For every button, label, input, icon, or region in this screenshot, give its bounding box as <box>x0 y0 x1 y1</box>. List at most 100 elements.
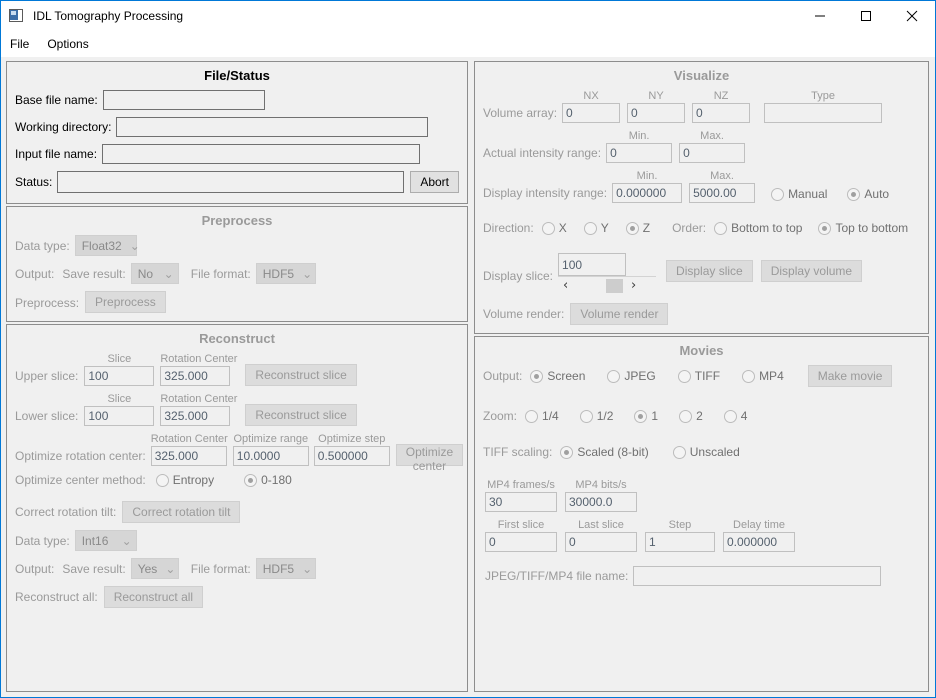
order-top-to-bottom-radio[interactable]: Top to bottom <box>818 221 908 235</box>
lower-slice-input[interactable] <box>84 406 155 426</box>
input-file-name-input[interactable] <box>102 144 421 164</box>
optimize-method-entropy-radio[interactable]: Entropy <box>155 473 214 487</box>
lower-rotation-center-input[interactable] <box>160 406 231 426</box>
reconstruct-save-result-select[interactable]: Yes ⌄ <box>130 558 179 579</box>
maximize-icon <box>861 11 871 21</box>
tiff-scaled-radio[interactable]: Scaled (8-bit) <box>560 445 649 459</box>
row-lower-slice: Lower slice: Slice Rotation Center Recon… <box>15 393 459 426</box>
movie-file-name-input[interactable] <box>633 566 882 586</box>
visualize-title: Visualize <box>673 68 730 83</box>
display-volume-button[interactable]: Display volume <box>760 260 863 282</box>
volume-render-button[interactable]: Volume render <box>570 303 669 325</box>
close-button[interactable] <box>889 1 935 31</box>
direction-y-radio[interactable]: Y <box>583 221 609 235</box>
maximize-button[interactable] <box>843 1 889 31</box>
ny-input[interactable] <box>627 103 686 123</box>
mp4-bits-input[interactable] <box>565 492 637 512</box>
slider-right-arrow-icon[interactable]: › <box>631 278 636 293</box>
menu-item-file[interactable]: File <box>10 34 38 54</box>
display-min-input[interactable] <box>612 183 683 203</box>
optimize-range-input[interactable] <box>232 446 309 466</box>
lower-reconstruct-slice-button[interactable]: Reconstruct slice <box>245 404 357 426</box>
display-slice-input[interactable] <box>558 253 627 276</box>
row-base-file-name: Base file name: <box>15 90 459 110</box>
preprocess-file-format-value: HDF5 <box>262 266 295 281</box>
reconstruct-data-type-select[interactable]: Int16 ⌄ <box>74 530 137 551</box>
display-slice-slider[interactable]: ‹ › <box>558 276 657 294</box>
scaling-auto-label: Auto <box>864 187 890 201</box>
radio-dot-icon <box>155 473 169 487</box>
optimize-step-input[interactable] <box>313 446 390 466</box>
row-reconstruct-data-type: Data type: Int16 ⌄ <box>15 530 459 551</box>
zoom-half-radio[interactable]: 1/2 <box>579 409 614 423</box>
direction-z-radio[interactable]: Z <box>625 221 650 235</box>
preprocess-button[interactable]: Preprocess <box>85 291 166 313</box>
tiff-scaled-label: Scaled (8-bit) <box>577 445 649 459</box>
preprocess-file-format-select[interactable]: HDF5 ⌄ <box>255 263 316 284</box>
menu-item-options[interactable]: Options <box>47 34 97 54</box>
order-bottom-to-top-radio[interactable]: Bottom to top <box>714 221 802 235</box>
optimize-rotation-center-input[interactable] <box>150 446 227 466</box>
movies-zoom-label: Zoom: <box>483 409 518 423</box>
upper-rotation-center-input[interactable] <box>160 366 231 386</box>
radio-dot-icon <box>530 369 544 383</box>
output-screen-label: Screen <box>547 369 586 383</box>
reconstruct-file-format-select[interactable]: HDF5 ⌄ <box>255 558 316 579</box>
scaling-manual-radio[interactable]: Manual <box>771 187 827 203</box>
reconstruct-all-button[interactable]: Reconstruct all <box>103 586 204 608</box>
mp4-frames-input[interactable] <box>485 492 557 512</box>
status-label: Status: <box>15 175 53 189</box>
tiff-unscaled-radio[interactable]: Unscaled <box>672 445 740 459</box>
optimize-center-button[interactable]: Optimize center <box>395 444 464 473</box>
zoom-four-radio[interactable]: 4 <box>723 409 747 423</box>
direction-x-radio[interactable]: X <box>541 221 567 235</box>
slider-left-arrow-icon[interactable]: ‹ <box>563 278 568 293</box>
optimize-rotation-center-caption: Rotation Center <box>150 433 228 445</box>
row-volume-array: Volume array: NX NY NZ Type <box>483 90 920 123</box>
base-file-name-input[interactable] <box>102 90 265 110</box>
zoom-quarter-radio[interactable]: 1/4 <box>525 409 559 423</box>
upper-reconstruct-slice-button[interactable]: Reconstruct slice <box>245 364 357 386</box>
abort-button[interactable]: Abort <box>410 171 459 193</box>
output-mp4-radio[interactable]: MP4 <box>742 369 784 383</box>
zoom-two-radio[interactable]: 2 <box>679 409 703 423</box>
scaling-auto-radio[interactable]: Auto <box>847 187 889 203</box>
radio-dot-icon <box>625 221 639 235</box>
optimize-method-label: Optimize center method: <box>15 473 146 487</box>
upper-slice-input[interactable] <box>84 366 155 386</box>
output-screen-radio[interactable]: Screen <box>530 369 585 383</box>
optimize-method-0-180-radio[interactable]: 0-180 <box>244 473 292 487</box>
zoom-one-radio[interactable]: 1 <box>634 409 658 423</box>
correct-rotation-tilt-button[interactable]: Correct rotation tilt <box>122 501 241 523</box>
slider-thumb[interactable] <box>606 279 624 293</box>
first-slice-input[interactable] <box>485 532 557 552</box>
display-max-input[interactable] <box>689 183 756 203</box>
actual-max-input[interactable] <box>679 143 746 163</box>
preprocess-save-result-select[interactable]: No ⌄ <box>130 263 179 284</box>
step-input[interactable] <box>645 532 715 552</box>
preprocess-data-type-select[interactable]: Float32 ⌄ <box>74 235 140 256</box>
zoom-half-label: 1/2 <box>596 409 614 423</box>
make-movie-button[interactable]: Make movie <box>807 365 893 387</box>
nx-input[interactable] <box>562 103 621 123</box>
radio-dot-icon <box>723 409 737 423</box>
last-slice-input[interactable] <box>565 532 637 552</box>
status-input[interactable] <box>57 171 405 193</box>
display-intensity-range-label: Display intensity range: <box>483 186 608 200</box>
lower-slice-label: Lower slice: <box>15 409 79 423</box>
row-reconstruct-output: Output: Save result: Yes ⌄ File format: … <box>15 558 459 579</box>
nz-input[interactable] <box>692 103 751 123</box>
upper-slice-label: Upper slice: <box>15 369 79 383</box>
actual-min-input[interactable] <box>606 143 673 163</box>
output-tiff-radio[interactable]: TIFF <box>677 369 721 383</box>
type-caption: Type <box>811 90 835 102</box>
output-tiff-label: TIFF <box>694 369 721 383</box>
working-directory-input[interactable] <box>116 117 429 137</box>
minimize-button[interactable] <box>797 1 843 31</box>
row-input-file-name: Input file name: <box>15 144 459 164</box>
type-input[interactable] <box>764 103 883 123</box>
window-controls <box>797 1 935 31</box>
display-slice-button[interactable]: Display slice <box>666 260 753 282</box>
output-jpeg-radio[interactable]: JPEG <box>607 369 656 383</box>
delay-time-input[interactable] <box>723 532 795 552</box>
